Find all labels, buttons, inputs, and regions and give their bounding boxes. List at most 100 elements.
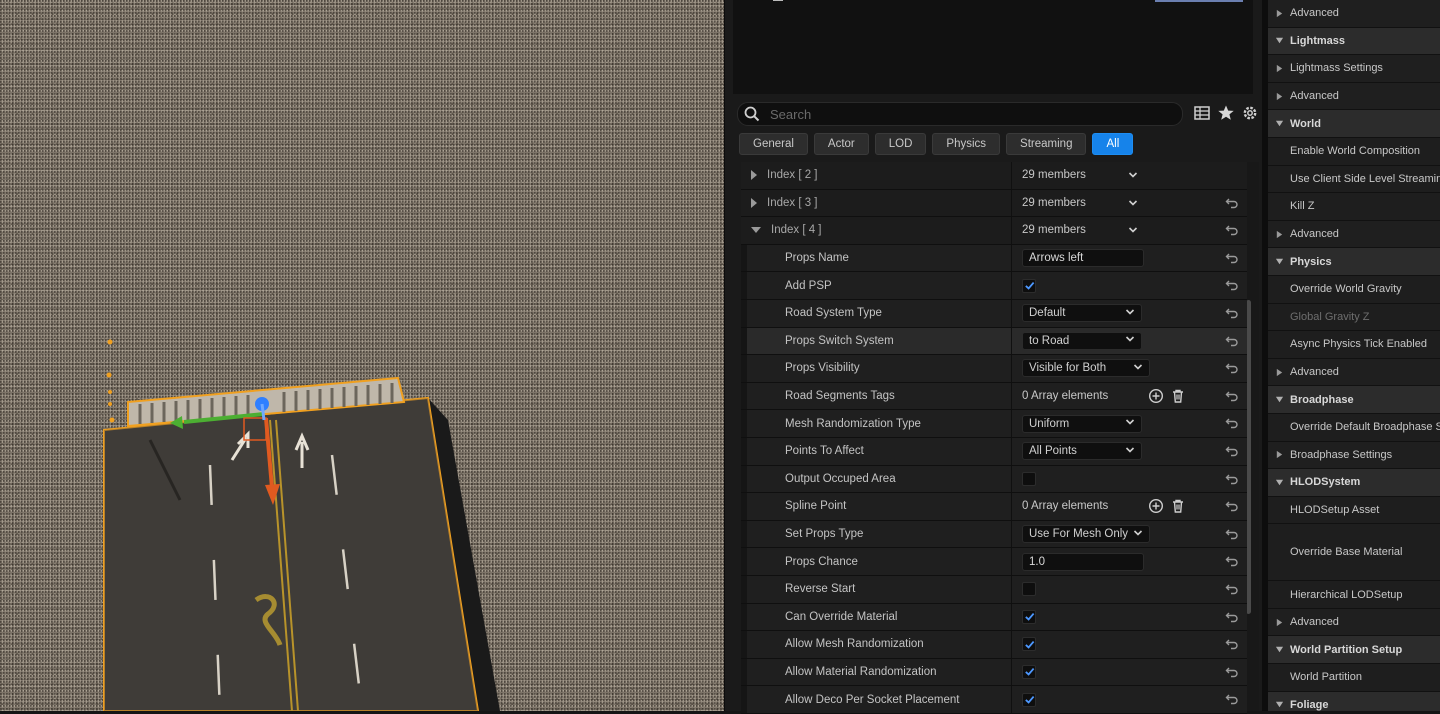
- reset-to-default-icon[interactable]: [1225, 527, 1239, 541]
- chevron-down-icon[interactable]: [1128, 198, 1138, 208]
- reset-to-default-icon[interactable]: [1225, 251, 1239, 265]
- reset-to-default-icon[interactable]: [1225, 692, 1239, 706]
- set-props-type-dropdown[interactable]: Use For Mesh Only: [1022, 525, 1150, 544]
- setting-global-gravity-z[interactable]: Global Gravity Z: [1268, 303, 1440, 332]
- setting-override-world-gravity[interactable]: Override World Gravity: [1268, 275, 1440, 304]
- setting-use-client-side-level-streamin[interactable]: Use Client Side Level Streamin: [1268, 165, 1440, 194]
- reset-to-default-icon[interactable]: [1225, 389, 1239, 403]
- allow-material-randomization-checkbox[interactable]: [1022, 664, 1036, 679]
- setting-hlodsetup-asset[interactable]: HLODSetup Asset: [1268, 496, 1440, 525]
- reset-to-default-icon[interactable]: [1225, 499, 1239, 513]
- category-world-partition-setup[interactable]: World Partition Setup: [1268, 636, 1440, 665]
- collapsed-caret-icon[interactable]: [1268, 450, 1290, 459]
- table-view-icon[interactable]: [1193, 104, 1211, 122]
- chevron-down-icon[interactable]: [1128, 225, 1138, 235]
- collapsed-caret-icon[interactable]: [751, 197, 757, 208]
- allow-deco-per-socket-placement-checkbox[interactable]: [1022, 692, 1036, 707]
- reset-to-default-icon[interactable]: [1225, 306, 1239, 320]
- trash-icon[interactable]: [1170, 388, 1186, 404]
- props-visibility-dropdown[interactable]: Visible for Both: [1022, 359, 1150, 378]
- setting-async-physics-tick-enabled[interactable]: Async Physics Tick Enabled: [1268, 331, 1440, 359]
- expanded-caret-icon[interactable]: [1268, 478, 1290, 487]
- reset-to-default-icon[interactable]: [1225, 637, 1239, 651]
- search-input[interactable]: [768, 105, 1152, 123]
- props-switch-system-dropdown[interactable]: to Road: [1022, 331, 1142, 350]
- category-foliage[interactable]: Foliage: [1268, 691, 1440, 711]
- setting-advanced[interactable]: Advanced: [1268, 608, 1440, 637]
- reset-to-default-icon[interactable]: [1225, 278, 1239, 292]
- collapsed-caret-icon[interactable]: [1268, 92, 1290, 101]
- setting-world-partition[interactable]: World Partition: [1268, 664, 1440, 692]
- settings-gear-icon[interactable]: [1241, 104, 1259, 122]
- reset-to-default-icon[interactable]: [1225, 196, 1239, 210]
- filter-tab-physics[interactable]: Physics: [932, 133, 1001, 155]
- expanded-caret-icon[interactable]: [1268, 700, 1290, 709]
- category-lightmass[interactable]: Lightmass: [1268, 27, 1440, 56]
- collapsed-caret-icon[interactable]: [1268, 230, 1290, 239]
- reset-to-default-icon[interactable]: [1225, 444, 1239, 458]
- category-world[interactable]: World: [1268, 110, 1440, 138]
- can-override-material-checkbox[interactable]: [1022, 609, 1036, 624]
- search-box[interactable]: [737, 102, 1183, 126]
- collapsed-caret-icon[interactable]: [1268, 368, 1290, 377]
- reset-to-default-icon[interactable]: [1225, 416, 1239, 430]
- expanded-caret-icon[interactable]: [1268, 119, 1290, 128]
- mesh-randomization-type-dropdown[interactable]: Uniform: [1022, 414, 1142, 433]
- collapsed-caret-icon[interactable]: [1268, 9, 1290, 18]
- setting-broadphase-settings[interactable]: Broadphase Settings: [1268, 441, 1440, 470]
- expanded-caret-icon[interactable]: [751, 227, 761, 234]
- output-occuped-area-checkbox[interactable]: [1022, 471, 1036, 486]
- array-index-row[interactable]: Index [ 2 ] 29 members: [741, 162, 1247, 190]
- setting-advanced[interactable]: Advanced: [1268, 358, 1440, 387]
- reverse-start-checkbox[interactable]: [1022, 582, 1036, 597]
- reset-to-default-icon[interactable]: [1225, 472, 1239, 486]
- category-hlodsystem[interactable]: HLODSystem: [1268, 469, 1440, 497]
- reset-to-default-icon[interactable]: [1225, 223, 1239, 237]
- reset-to-default-icon[interactable]: [1225, 554, 1239, 568]
- filter-tab-lod[interactable]: LOD: [874, 133, 927, 155]
- setting-enable-world-composition[interactable]: Enable World Composition: [1268, 137, 1440, 166]
- property-label-cell: Reverse Start: [741, 575, 1011, 603]
- setting-override-default-broadphase-s[interactable]: Override Default Broadphase S: [1268, 413, 1440, 442]
- props-chance-field[interactable]: 1.0: [1022, 552, 1144, 571]
- setting-advanced[interactable]: Advanced: [1268, 0, 1440, 28]
- array-index-row[interactable]: Index [ 3 ] 29 members: [741, 189, 1247, 218]
- filter-tab-actor[interactable]: Actor: [813, 133, 869, 155]
- reset-to-default-icon[interactable]: [1225, 665, 1239, 679]
- outliner-area[interactable]: [733, 0, 1253, 94]
- setting-advanced[interactable]: Advanced: [1268, 220, 1440, 249]
- collapsed-caret-icon[interactable]: [751, 170, 757, 181]
- favorites-star-icon[interactable]: [1217, 104, 1235, 122]
- setting-kill-z[interactable]: Kill Z: [1268, 193, 1440, 221]
- reset-to-default-icon[interactable]: [1225, 361, 1239, 375]
- filter-tab-general[interactable]: General: [739, 133, 808, 155]
- road-system-type-dropdown[interactable]: Default: [1022, 304, 1142, 323]
- points-to-affect-dropdown[interactable]: All Points: [1022, 442, 1142, 461]
- level-viewport[interactable]: [0, 0, 724, 711]
- collapsed-caret-icon[interactable]: [1268, 618, 1290, 627]
- array-index-row[interactable]: Index [ 4 ] 29 members: [741, 217, 1247, 245]
- collapsed-caret-icon[interactable]: [1268, 64, 1290, 73]
- reset-to-default-icon[interactable]: [1225, 610, 1239, 624]
- add-element-icon[interactable]: [1148, 388, 1164, 404]
- setting-advanced[interactable]: Advanced: [1268, 82, 1440, 111]
- setting-lightmass-settings[interactable]: Lightmass Settings: [1268, 55, 1440, 83]
- props-name-field[interactable]: Arrows left: [1022, 249, 1144, 268]
- expanded-caret-icon[interactable]: [1268, 36, 1290, 45]
- reset-to-default-icon[interactable]: [1225, 334, 1239, 348]
- expanded-caret-icon[interactable]: [1268, 395, 1290, 404]
- expanded-caret-icon[interactable]: [1268, 257, 1290, 266]
- filter-tab-all[interactable]: All: [1092, 133, 1134, 155]
- expanded-caret-icon[interactable]: [1268, 645, 1290, 654]
- add-element-icon[interactable]: [1148, 498, 1164, 514]
- trash-icon[interactable]: [1170, 498, 1186, 514]
- chevron-down-icon[interactable]: [1128, 170, 1138, 180]
- filter-tab-streaming[interactable]: Streaming: [1006, 133, 1087, 155]
- allow-mesh-randomization-checkbox[interactable]: [1022, 637, 1036, 652]
- setting-hierarchical-lodsetup[interactable]: Hierarchical LODSetup: [1268, 581, 1440, 609]
- reset-to-default-icon[interactable]: [1225, 582, 1239, 596]
- category-broadphase[interactable]: Broadphase: [1268, 386, 1440, 414]
- add-psp-checkbox[interactable]: [1022, 278, 1036, 293]
- setting-override-base-material[interactable]: Override Base Material: [1268, 524, 1440, 582]
- category-physics[interactable]: Physics: [1268, 248, 1440, 276]
